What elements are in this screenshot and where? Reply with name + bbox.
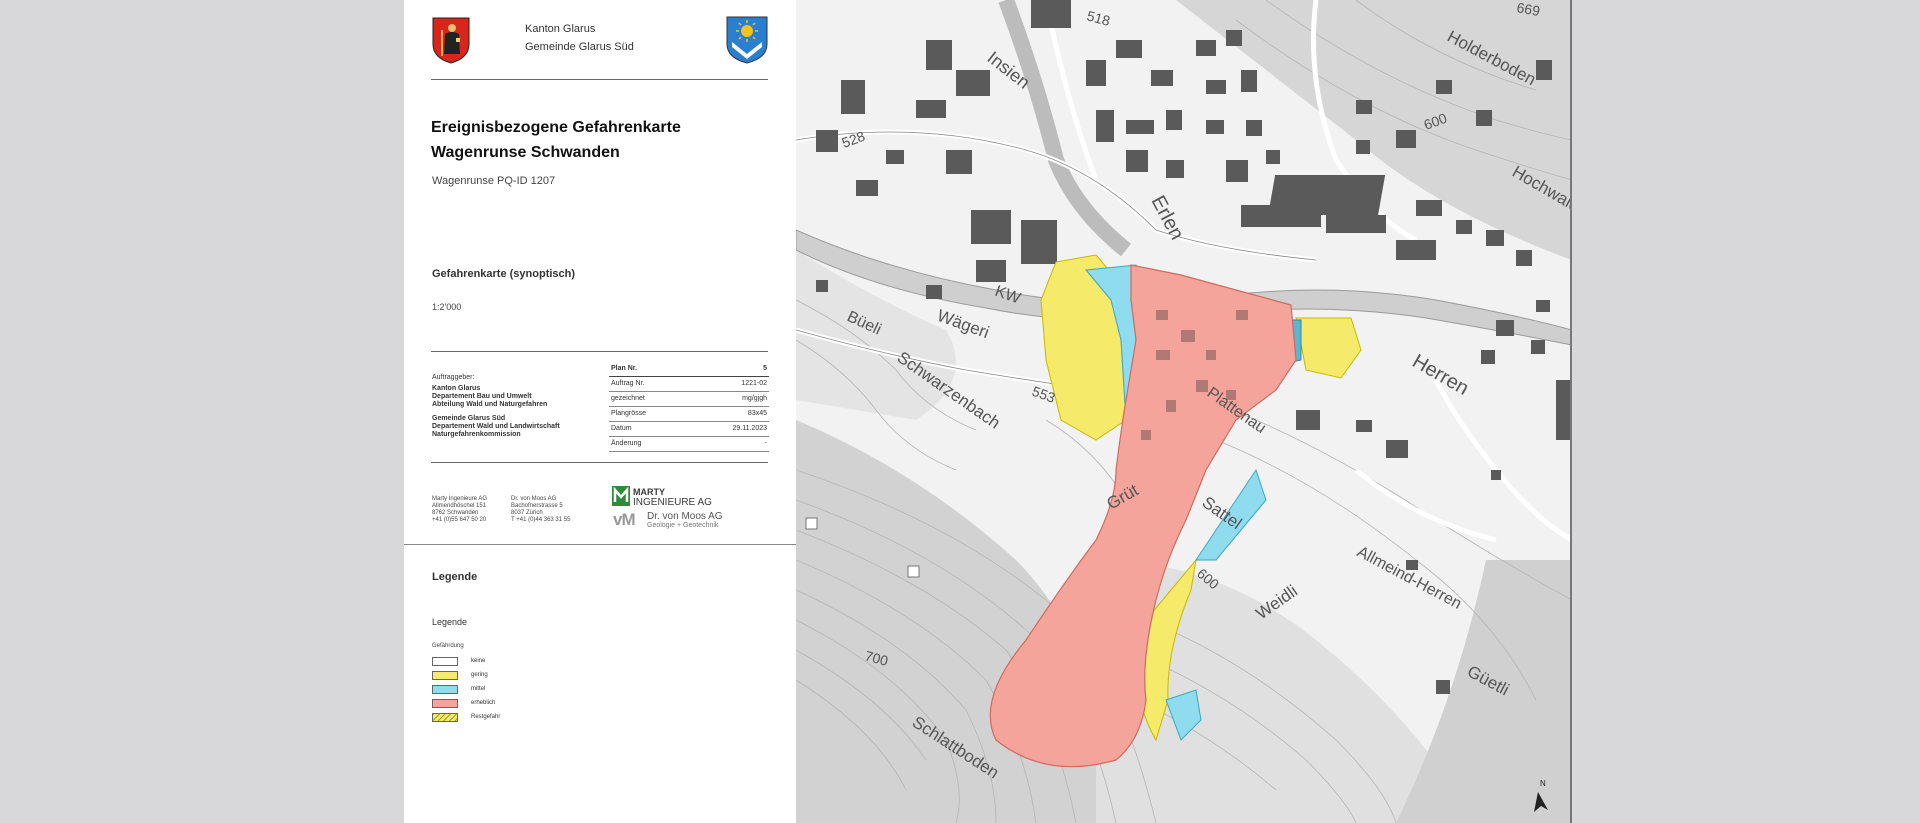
municipality-crest-icon [726,16,768,64]
vonmoos-logo-mark: vM [613,510,636,529]
legend-category: Gefährdung [432,643,464,649]
vonmoos-logo-subtitle: Geologie + Geotechnik [647,522,719,529]
divider [431,79,768,80]
table-row: Datum 29.11.2023 [609,421,769,437]
vonmoos-logo-name: Dr. von Moos AG [647,511,723,522]
legend-swatch [432,699,458,708]
marty-logo-subtitle: INGENIEURE AG [633,497,712,508]
divider [431,462,768,463]
map-title: Ereignisbezogene Gefahrenkarte Wagenruns… [431,119,681,161]
legend-heading: Legende [432,571,478,583]
municipality-name: Gemeinde Glarus Süd [525,41,634,53]
plan-title-panel: Kanton Glarus Gemeinde Glarus Süd Ereign… [404,0,797,823]
marty-logo-name: MARTY [633,487,665,497]
legend-swatch [432,671,458,680]
legend-swatch [432,657,458,666]
map-id: Wagenrunse PQ-ID 1207 [432,175,556,187]
title-block: Kanton Glarus Gemeinde Glarus Süd Ereign… [404,0,796,545]
legend-swatch [432,713,458,722]
client-block: Auftraggeber: Kanton Glarus Departement … [432,374,560,438]
north-label: N [1540,779,1546,788]
legend-subheading: Legende [432,617,468,627]
map-kind: Gefahrenkarte (synoptisch) [432,268,576,280]
table-row: Plangrösse 83x45 [609,406,769,422]
map-symbol [805,517,818,530]
canton-name: Kanton Glarus [525,23,596,35]
plan-info-table: Plan Nr. 5 Auftrag Nr. 1221-02 gezeichnet m… [609,362,769,452]
table-row: Änderung - [609,436,769,452]
address-vonmoos: Dr. von Moos AG Bachofnerstrasse 5 8037 … [511,496,571,523]
map-scale: 1:2'000 [432,302,462,312]
canton-crest-icon [432,17,470,64]
table-row: gezeichnet mg/gjgh [609,391,769,407]
divider [431,351,768,352]
hazard-map[interactable]: Insien Holderboden Hochwald Erlen Büeli … [796,0,1572,823]
address-marty: Marty Ingenieure AG Allmendhöschel 151 8… [432,496,488,523]
map-canvas: Insien Holderboden Hochwald Erlen Büeli … [796,0,1570,823]
table-row: Auftrag Nr. 1221-02 [609,376,769,392]
table-row: Plan Nr. 5 [609,362,769,377]
organisation-header: Kanton Glarus Gemeinde Glarus Süd [525,20,634,56]
marty-logo-icon [612,486,630,506]
map-symbol [907,565,920,578]
legend-swatch [432,685,458,694]
